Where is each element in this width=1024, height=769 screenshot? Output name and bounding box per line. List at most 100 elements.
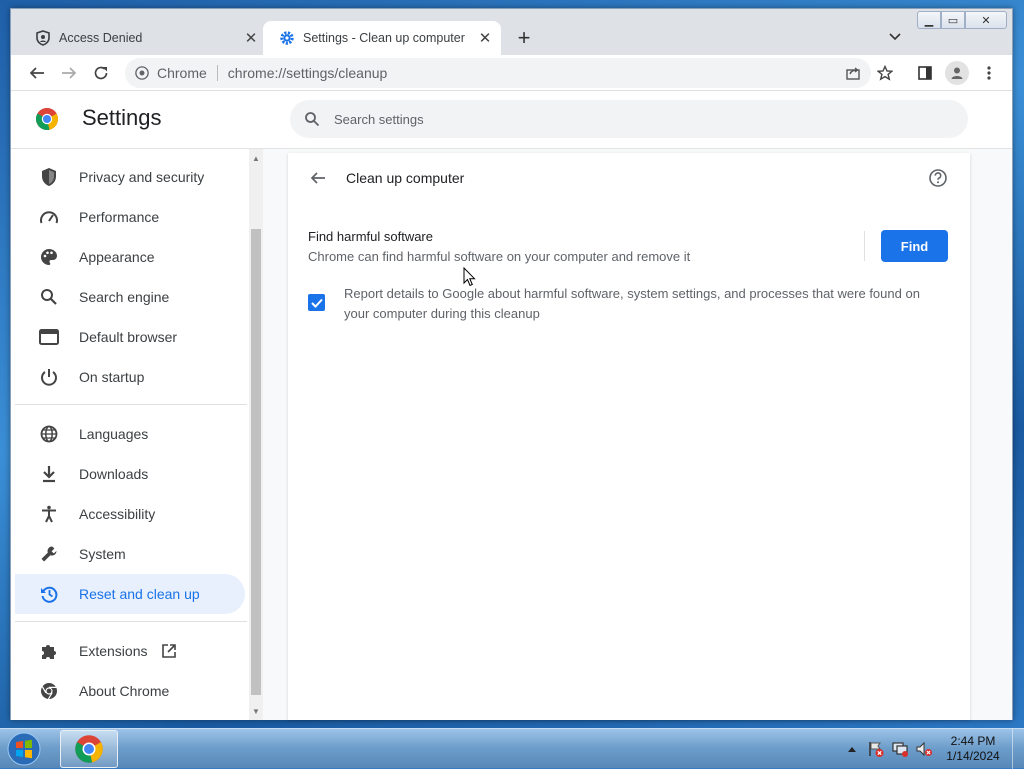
- sidebar-divider: [15, 621, 247, 622]
- chrome-icon: [75, 735, 103, 763]
- tab-settings[interactable]: Settings - Clean up computer ✕: [263, 21, 501, 55]
- shield-person-icon: [35, 30, 51, 46]
- sidebar-item-label: Default browser: [79, 329, 178, 345]
- sidebar-item-label: About Chrome: [79, 683, 170, 699]
- sidebar-item-label: Downloads: [79, 466, 149, 482]
- sidebar-item-languages[interactable]: Languages: [15, 414, 245, 454]
- tab-access-denied[interactable]: Access Denied ✕: [19, 21, 267, 55]
- report-details-label: Report details to Google about harmful s…: [344, 286, 920, 321]
- palette-icon: [39, 247, 59, 267]
- sidebar-item-appearance[interactable]: Appearance: [15, 237, 245, 277]
- sidebar-item-extensions[interactable]: Extensions: [15, 631, 245, 671]
- vertical-separator: [864, 231, 865, 261]
- taskbar-chrome-button[interactable]: [60, 730, 118, 768]
- globe-icon: [39, 424, 59, 444]
- sidebar-item-label: Reset and clean up: [79, 586, 200, 602]
- tab-title: Access Denied: [59, 31, 143, 45]
- back-arrow-icon[interactable]: [306, 166, 330, 190]
- search-icon: [39, 287, 59, 307]
- settings-sidebar: Privacy and security Performance Appeara…: [11, 149, 249, 720]
- sidebar-item-on-startup[interactable]: On startup: [15, 357, 245, 397]
- shield-icon: [39, 167, 59, 187]
- taskbar-clock[interactable]: 2:44 PM 1/14/2024: [940, 734, 1006, 764]
- browser-toolbar: Chrome chrome://settings/cleanup: [11, 55, 1012, 91]
- sidebar-item-label: Appearance: [79, 249, 155, 265]
- close-window-button[interactable]: ✕: [965, 11, 1007, 29]
- minimize-button[interactable]: ▁: [917, 11, 941, 29]
- sidebar-item-label: Extensions: [79, 643, 148, 659]
- report-details-checkbox[interactable]: [308, 294, 325, 311]
- help-icon[interactable]: [928, 168, 948, 188]
- action-center-flag-icon[interactable]: [866, 739, 886, 759]
- sidebar-item-downloads[interactable]: Downloads: [15, 454, 245, 494]
- sidebar-divider: [15, 404, 247, 405]
- close-tab-icon[interactable]: ✕: [241, 28, 261, 48]
- share-icon[interactable]: [841, 61, 865, 85]
- sidebar-item-label: On startup: [79, 369, 145, 385]
- sidebar-item-label: Performance: [79, 209, 160, 225]
- page-title: Settings: [82, 105, 162, 130]
- history-icon: [39, 584, 59, 604]
- kebab-menu-icon[interactable]: [977, 61, 1001, 85]
- forward-arrow-icon[interactable]: [57, 61, 81, 85]
- reload-icon[interactable]: [89, 61, 113, 85]
- chrome-icon: [135, 66, 149, 80]
- wrench-icon: [39, 544, 59, 564]
- clock-time: 2:44 PM: [950, 734, 996, 748]
- volume-muted-icon[interactable]: [914, 739, 934, 759]
- sidebar-item-accessibility[interactable]: Accessibility: [15, 494, 245, 534]
- sidebar-item-label: Languages: [79, 426, 149, 442]
- power-icon: [39, 367, 59, 387]
- scroll-up-arrow-icon[interactable]: ▲: [251, 153, 261, 163]
- find-harmful-title: Find harmful software: [308, 229, 433, 244]
- chevron-down-icon[interactable]: [885, 27, 905, 47]
- browser-window-icon: [39, 327, 59, 347]
- card-header: Clean up computer: [288, 153, 970, 203]
- sidebar-item-about-chrome[interactable]: About Chrome: [15, 671, 245, 711]
- show-hidden-icons-icon[interactable]: [842, 739, 862, 759]
- section-title: Clean up computer: [346, 170, 465, 186]
- sidebar-item-label: Privacy and security: [79, 169, 205, 185]
- taskbar: 2:44 PM 1/14/2024: [0, 728, 1024, 769]
- settings-page: Settings Search settings Privacy and sec…: [11, 91, 1012, 720]
- checkmark-icon: [310, 298, 323, 308]
- close-tab-icon[interactable]: ✕: [475, 28, 495, 48]
- new-tab-button[interactable]: +: [511, 25, 537, 51]
- settings-header: Settings Search settings: [11, 91, 1012, 149]
- chrome-icon: [39, 681, 59, 701]
- back-arrow-icon[interactable]: [25, 61, 49, 85]
- clock-date: 1/14/2024: [946, 749, 1000, 763]
- sidebar-item-reset-and-clean-up[interactable]: Reset and clean up: [15, 574, 245, 614]
- site-chip[interactable]: Chrome: [125, 65, 228, 81]
- scrollbar-thumb[interactable]: [251, 229, 261, 695]
- sidebar-item-default-browser[interactable]: Default browser: [15, 317, 245, 357]
- scroll-down-arrow-icon[interactable]: ▼: [251, 706, 261, 716]
- search-placeholder: Search settings: [334, 111, 424, 127]
- find-button[interactable]: Find: [881, 230, 948, 262]
- address-bar[interactable]: Chrome chrome://settings/cleanup: [125, 58, 871, 88]
- search-settings-input[interactable]: Search settings: [290, 100, 968, 138]
- sidebar-item-privacy[interactable]: Privacy and security: [15, 157, 245, 197]
- system-tray: [842, 729, 938, 769]
- network-icon[interactable]: [890, 739, 910, 759]
- puzzle-icon: [39, 641, 59, 661]
- sidebar-item-search-engine[interactable]: Search engine: [15, 277, 245, 317]
- star-icon[interactable]: [873, 61, 897, 85]
- side-panel-icon[interactable]: [913, 61, 937, 85]
- sidebar-item-system[interactable]: System: [15, 534, 245, 574]
- site-chip-label: Chrome: [157, 65, 207, 81]
- sidebar-scrollbar[interactable]: ▲ ▼: [249, 149, 263, 720]
- tab-title: Settings - Clean up computer: [303, 31, 465, 45]
- profile-avatar[interactable]: [945, 61, 969, 85]
- download-icon: [39, 464, 59, 484]
- start-button[interactable]: [4, 730, 44, 768]
- search-icon: [304, 111, 320, 127]
- cleanup-card: Clean up computer Find harmful software …: [288, 153, 970, 720]
- show-desktop-button[interactable]: [1012, 729, 1024, 769]
- sidebar-item-performance[interactable]: Performance: [15, 197, 245, 237]
- maximize-button[interactable]: ▭: [941, 11, 965, 29]
- speedometer-icon: [39, 207, 59, 227]
- sidebar-item-label: System: [79, 546, 126, 562]
- accessibility-icon: [39, 504, 59, 524]
- mouse-cursor-icon: [463, 266, 477, 292]
